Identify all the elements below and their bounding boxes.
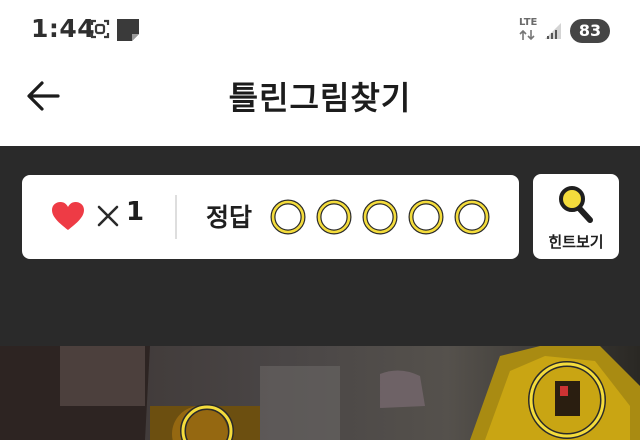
game-image[interactable] (0, 346, 640, 440)
answer-slot (270, 199, 306, 235)
status-time: 1:44 (31, 14, 96, 43)
sticky-note-icon (117, 19, 139, 41)
data-arrows-icon (519, 29, 535, 41)
battery-level: 83 (578, 21, 602, 40)
page-title: 틀린그림찾기 (228, 79, 412, 117)
answer-slot (316, 199, 352, 235)
heart-icon (52, 202, 84, 230)
status-bar: 1:44 LTE 83 (0, 0, 640, 62)
lives-count: 1 (126, 197, 145, 227)
network-type-label: LTE (519, 17, 538, 28)
answer-label: 정답 (206, 203, 253, 232)
hint-label[interactable]: 힌트보기 (533, 231, 619, 252)
scene-photo (0, 346, 640, 440)
panel-divider (175, 195, 177, 239)
magnifier-icon (559, 186, 593, 223)
battery-indicator: 83 (570, 19, 610, 43)
screenshot-icon (90, 19, 110, 39)
answer-slot (362, 199, 398, 235)
signal-icon (545, 23, 561, 39)
status-left-icons (90, 18, 146, 46)
answer-slot (408, 199, 444, 235)
answer-slot (454, 199, 490, 235)
multiply-icon (97, 205, 119, 227)
